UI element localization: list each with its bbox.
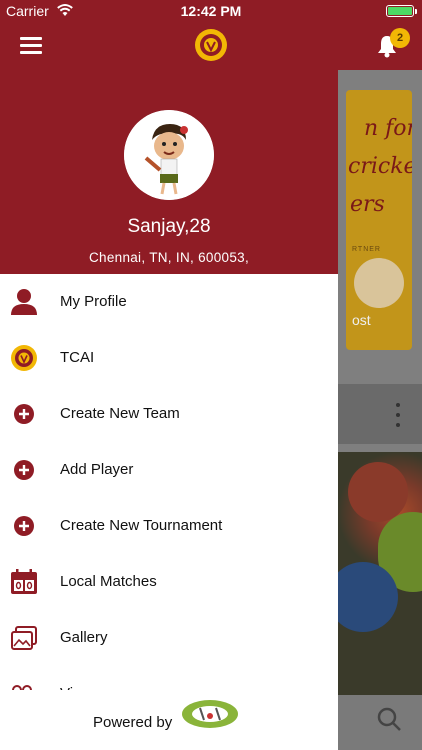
partner-logo [354, 258, 404, 308]
user-icon [10, 288, 38, 316]
scoreboard-calendar-icon [10, 568, 38, 596]
menu-item-label: Create New Team [60, 405, 180, 422]
clock: 12:42 PM [180, 3, 242, 19]
promo-card[interactable]: n for cricket ers RTNER ost [346, 90, 412, 350]
search-icon[interactable] [376, 706, 402, 732]
tcai-emblem-icon [194, 28, 228, 62]
menu-item-label: Add Player [60, 461, 134, 478]
notification-badge: 2 [390, 28, 410, 48]
promo-card-line: cricket [348, 154, 412, 179]
app-header: 2 [0, 22, 422, 70]
drawer-profile-header: Sanjay,28 Chennai, TN, IN, 600053, [0, 70, 338, 274]
powered-by-footer: Powered by [0, 690, 338, 750]
menu-item-gallery[interactable]: Gallery [0, 610, 338, 666]
profile-name: Sanjay,28 [127, 216, 211, 237]
feed-item-header [338, 384, 422, 444]
menu-item-label: My Profile [60, 293, 127, 310]
menu-item-label: TCAI [60, 349, 95, 366]
plus-circle-icon [10, 400, 38, 428]
powered-by-label: Powered by [93, 714, 173, 731]
profile-address: Chennai, TN, IN, 600053, [88, 250, 250, 265]
avatar[interactable] [124, 110, 214, 200]
feed-image [338, 452, 422, 695]
hamburger-menu-icon[interactable] [20, 37, 42, 55]
status-bar: Carrier 12:42 PM [0, 0, 422, 22]
menu-item-label: Create New Tournament [60, 517, 223, 534]
battery-level [388, 7, 412, 15]
menu-item-create-new-tournament[interactable]: Create New Tournament [0, 498, 338, 554]
plus-circle-icon [10, 456, 38, 484]
battery-icon [386, 5, 417, 17]
menu-item-local-matches[interactable]: Local Matches [0, 554, 338, 610]
menu-item-label: Gallery [60, 629, 108, 646]
menu-item-create-new-team[interactable]: Create New Team [0, 386, 338, 442]
promo-card-line: n for [364, 116, 412, 141]
menu-item-my-profile[interactable]: My Profile [0, 274, 338, 330]
menu-item-label: Local Matches [60, 573, 157, 590]
menu-item-tcai[interactable]: TCAI [0, 330, 338, 386]
gallery-icon [10, 624, 38, 652]
navigation-drawer: Sanjay,28 Chennai, TN, IN, 600053, My Pr… [0, 70, 338, 750]
promo-card-small-label: RTNER [352, 246, 381, 253]
plus-circle-icon [10, 512, 38, 540]
more-options-icon[interactable] [396, 403, 400, 427]
promo-card-line: ers [350, 192, 385, 217]
tcai-emblem-icon [10, 344, 38, 372]
cricdost-logo[interactable] [180, 698, 242, 738]
promo-card-brand: ost [352, 312, 371, 328]
menu-item-add-player[interactable]: Add Player [0, 442, 338, 498]
